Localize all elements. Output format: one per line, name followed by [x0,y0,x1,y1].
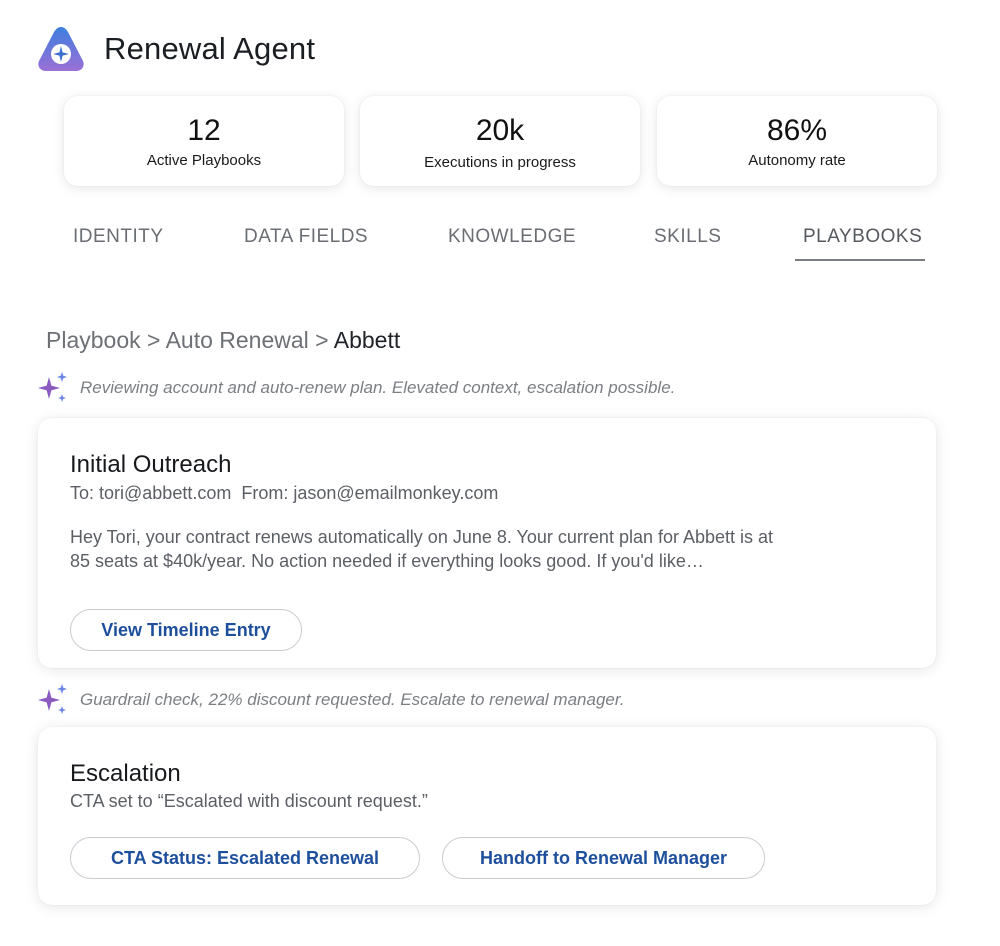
email-meta: To: tori@abbett.com From: jason@emailmon… [70,483,499,503]
sparkle-icon [38,684,67,714]
stat-card-executions: 20k Executions in progress [360,96,640,186]
tab-skills[interactable]: SKILLS [654,226,721,248]
app-header: Renewal Agent [36,24,315,74]
breadcrumb-separator: > [315,327,329,353]
stat-label: Autonomy rate [748,152,846,169]
tab-data-fields[interactable]: DATA FIELDS [244,226,368,248]
outreach-card: Initial Outreach To: tori@abbett.com Fro… [38,418,936,668]
tab-playbooks[interactable]: PLAYBOOKS [803,226,922,248]
stat-label: Executions in progress [424,154,576,171]
card-title: Escalation [70,760,181,787]
handoff-to-renewal-manager-button[interactable]: Handoff to Renewal Manager [442,837,765,879]
agent-note-text: Guardrail check, 22% discount requested.… [80,690,625,709]
email-body-line: Hey Tori, your contract renews automatic… [70,527,774,547]
stats-row: 12 Active Playbooks 20k Executions in pr… [64,96,937,186]
triangle-sparkle-logo-icon [38,27,84,71]
escalation-subtitle: CTA set to “Escalated with discount requ… [70,791,428,811]
app-title: Renewal Agent [104,31,316,66]
tab-identity[interactable]: IDENTITY [73,226,164,248]
agent-note: Reviewing account and auto-renew plan. E… [36,371,675,405]
tab-knowledge[interactable]: KNOWLEDGE [448,226,576,248]
email-body-line: 85 seats at $40k/year. No action needed … [70,551,704,571]
sparkle-icon [38,372,67,402]
breadcrumb-separator: > [147,327,161,353]
stat-value: 20k [475,114,525,147]
agent-note-text: Reviewing account and auto-renew plan. E… [80,378,676,397]
breadcrumb-item-auto-renewal[interactable]: Auto Renewal [166,327,309,353]
card-title: Initial Outreach [70,451,232,478]
breadcrumb: Playbook > Auto Renewal > Abbett [46,327,400,354]
stat-value: 12 [187,114,221,147]
stat-label: Active Playbooks [146,152,262,169]
escalation-card: Escalation CTA set to “Escalated with di… [38,727,936,905]
view-timeline-entry-button[interactable]: View Timeline Entry [70,609,302,651]
cta-status-button[interactable]: CTA Status: Escalated Renewal [70,837,420,879]
stat-card-autonomy-rate: 86% Autonomy rate [657,96,937,186]
breadcrumb-current: Abbett [333,327,401,353]
email-body: Hey Tori, your contract renews automatic… [70,525,870,573]
breadcrumb-item-playbook[interactable]: Playbook [46,327,141,353]
active-tab-indicator [795,259,925,261]
stat-card-active-playbooks: 12 Active Playbooks [64,96,344,186]
agent-note: Guardrail check, 22% discount requested.… [36,683,625,717]
stat-value: 86% [766,114,828,147]
